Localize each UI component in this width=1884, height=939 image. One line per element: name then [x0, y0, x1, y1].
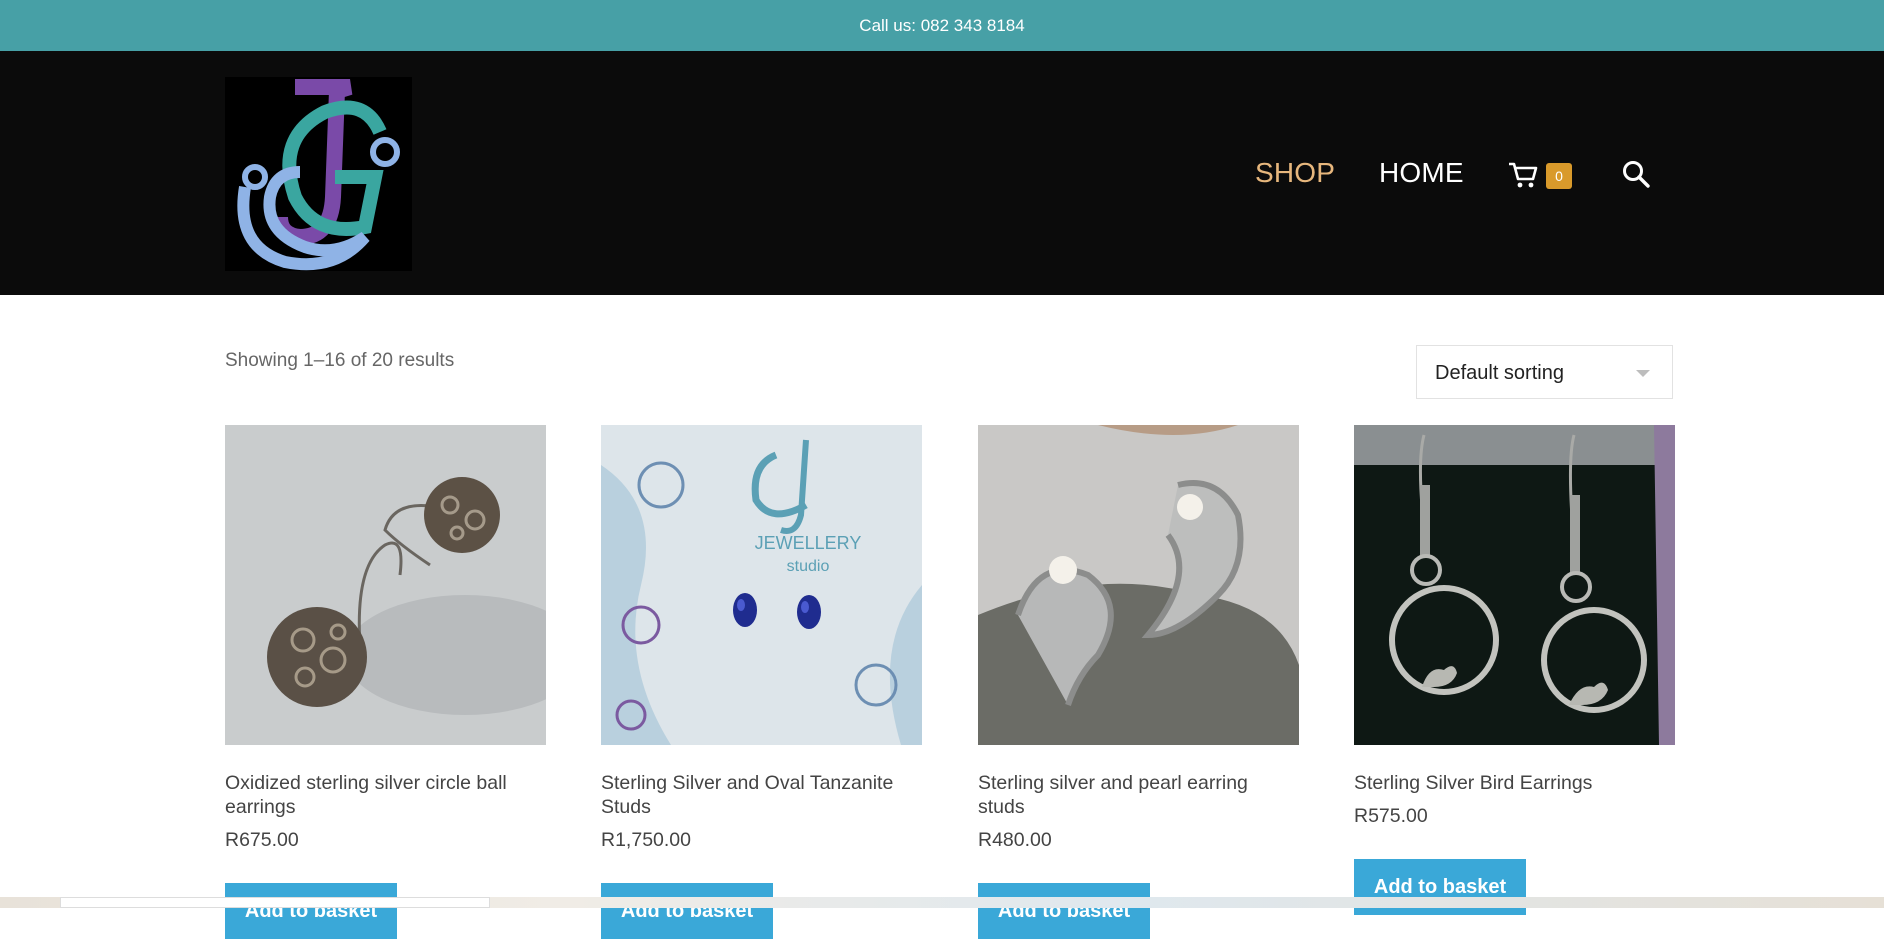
nav-home[interactable]: HOME [1379, 157, 1464, 189]
cart-icon [1509, 162, 1538, 188]
results-count: Showing 1–16 of 20 results [225, 350, 455, 371]
earrings-photo-tanzanite: JEWELLERY studio [601, 425, 922, 745]
search-icon [1623, 161, 1650, 188]
sort-select[interactable]: Default sorting [1416, 345, 1673, 399]
earrings-photo-pearl [978, 425, 1299, 745]
product-card: Sterling silver and pearl earring studs … [978, 425, 1299, 939]
add-to-basket-button[interactable]: Add to basket [978, 883, 1150, 939]
earrings-photo-bird [1354, 425, 1675, 745]
add-to-basket-button[interactable]: Add to basket [601, 883, 773, 939]
product-title[interactable]: Sterling silver and pearl earring studs [978, 771, 1299, 819]
product-image[interactable] [225, 425, 546, 745]
main-nav: SHOP HOME 0 [0, 51, 1884, 295]
jewellery-brand-text: JEWELLERY [755, 533, 862, 553]
product-price: R675.00 [225, 829, 299, 851]
product-title[interactable]: Oxidized sterling silver circle ball ear… [225, 771, 546, 819]
product-card: Oxidized sterling silver circle ball ear… [225, 425, 546, 939]
product-price: R480.00 [978, 829, 1052, 851]
earrings-photo-ball [225, 425, 546, 745]
bottom-edge-panel [60, 897, 490, 908]
search-button[interactable] [1621, 159, 1651, 189]
product-card: JEWELLERY studio Sterling Silver and Ova… [601, 425, 922, 939]
studio-brand-text: studio [787, 558, 830, 575]
cart-button[interactable]: 0 [1508, 159, 1578, 195]
add-to-basket-button[interactable]: Add to basket [225, 883, 397, 939]
product-title[interactable]: Sterling Silver Bird Earrings [1354, 771, 1675, 795]
sort-selected-value: Default sorting [1435, 362, 1564, 384]
product-image[interactable] [978, 425, 1299, 745]
product-card: Sterling Silver Bird Earrings R575.00 Ad… [1354, 425, 1675, 915]
nav-shop[interactable]: SHOP [1255, 157, 1335, 189]
chevron-down-icon [1636, 370, 1650, 377]
product-price: R1,750.00 [601, 829, 691, 851]
top-bar: Call us: 082 343 8184 [0, 0, 1884, 51]
call-us-text: Call us: 082 343 8184 [859, 15, 1025, 35]
product-image[interactable]: JEWELLERY studio [601, 425, 922, 745]
site-header: SHOP HOME 0 [0, 51, 1884, 295]
product-price: R575.00 [1354, 805, 1428, 827]
product-title[interactable]: Sterling Silver and Oval Tanzanite Studs [601, 771, 922, 819]
product-image[interactable] [1354, 425, 1675, 745]
cart-count-badge: 0 [1546, 163, 1572, 189]
